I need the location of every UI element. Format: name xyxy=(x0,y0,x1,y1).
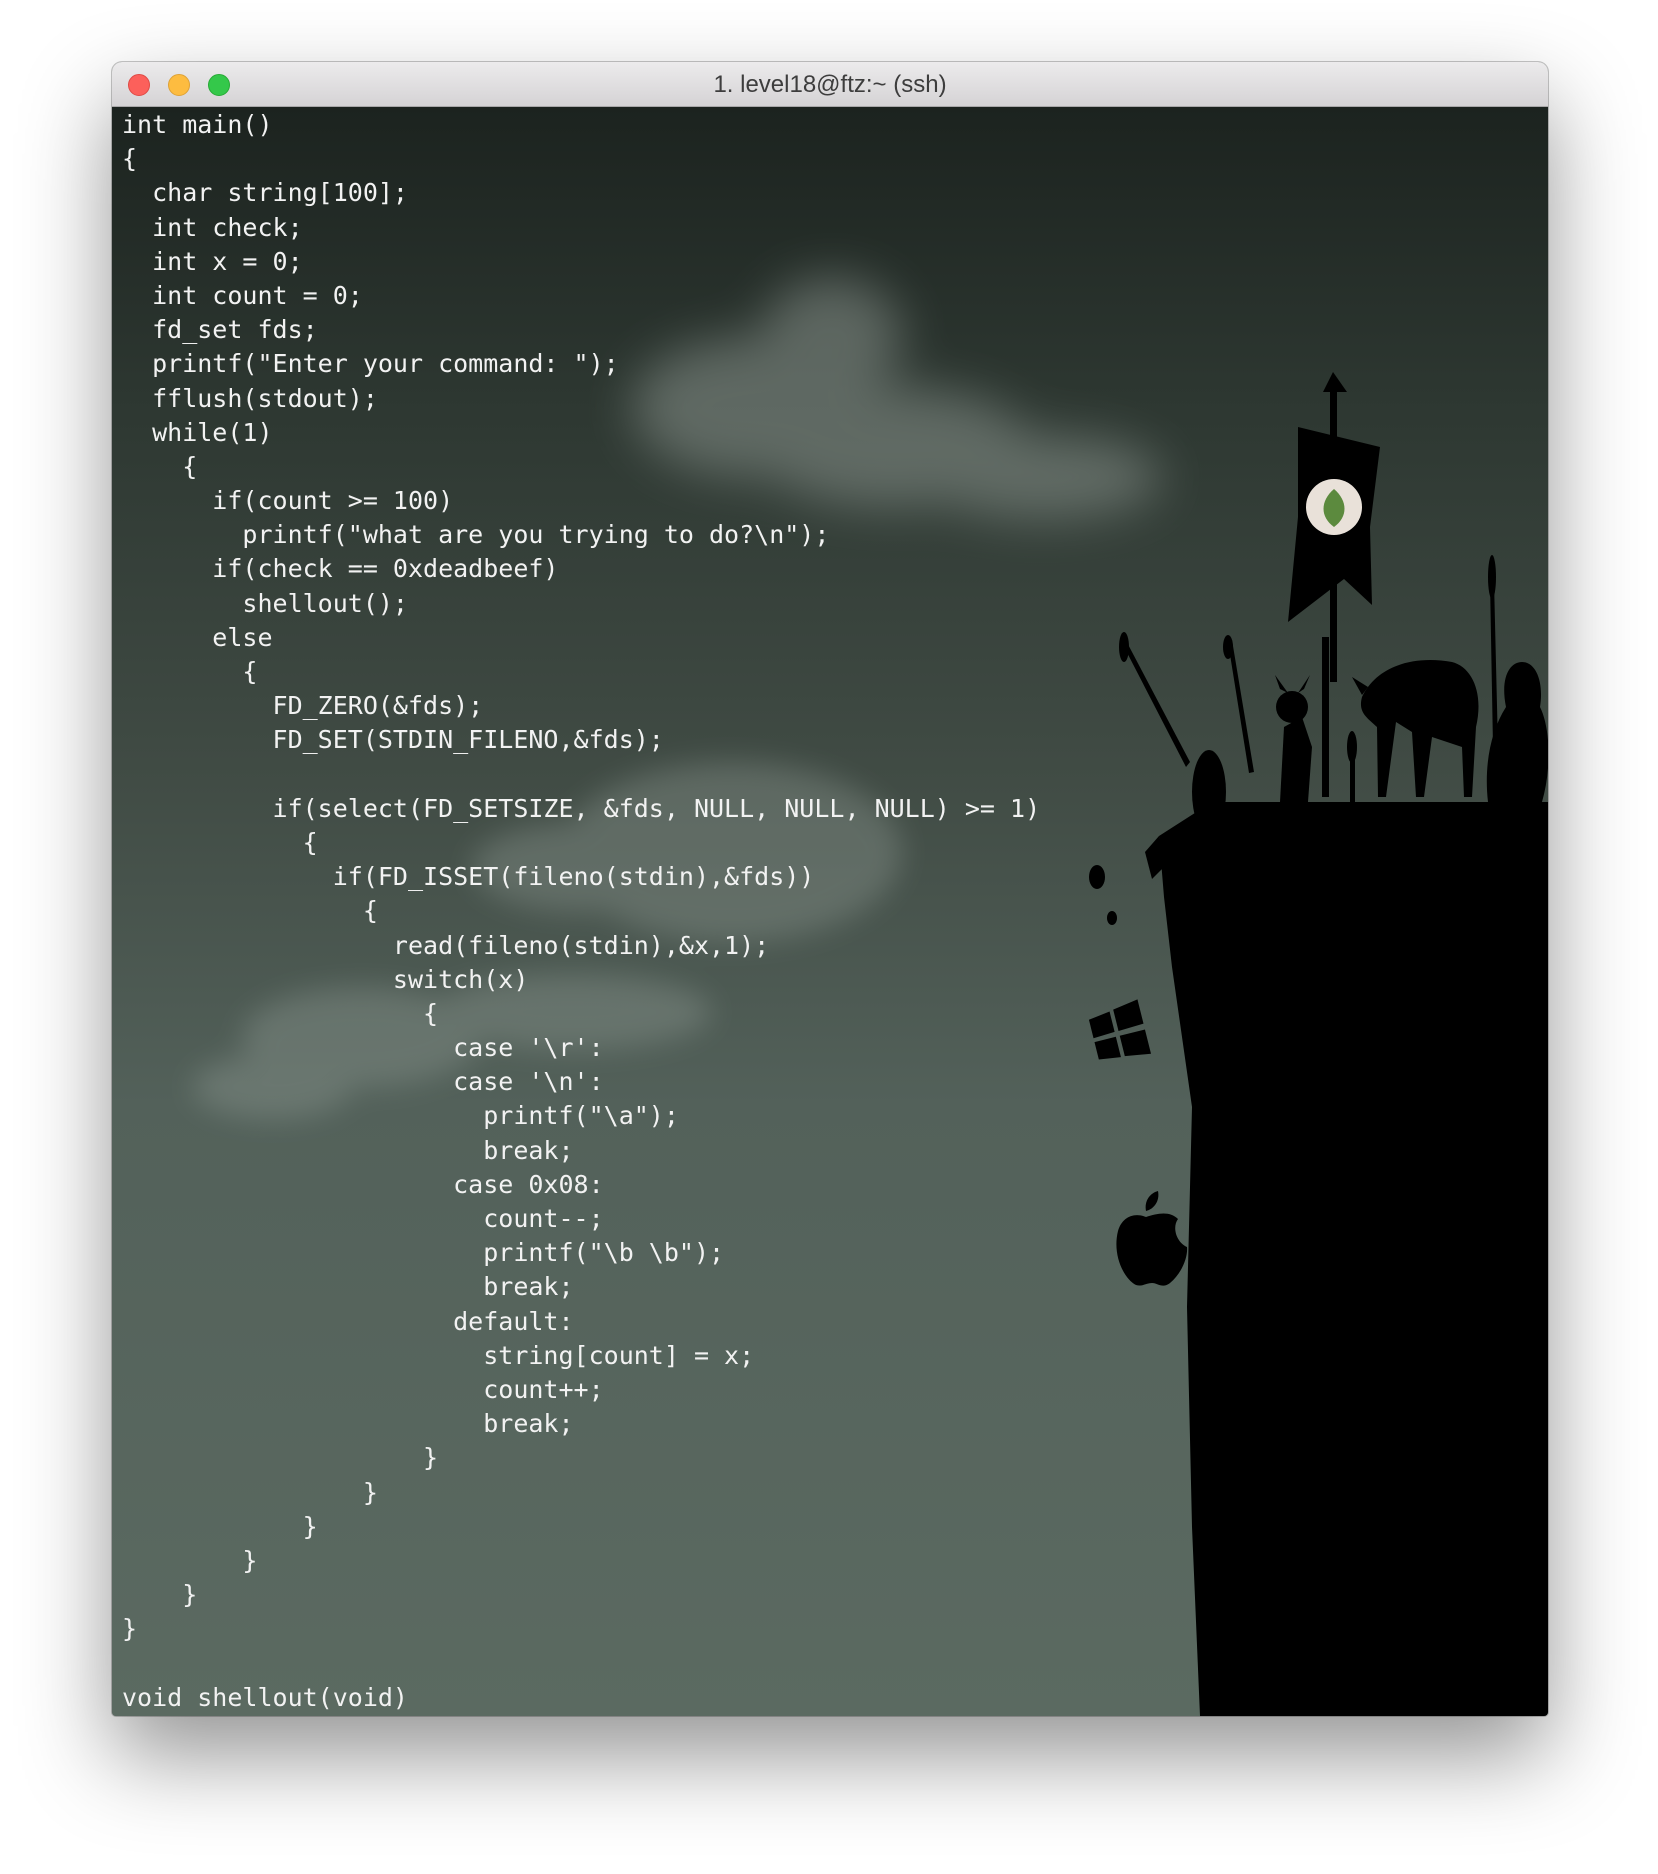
code-line: { xyxy=(122,657,258,686)
terminal-window: 1. level18@ftz:~ (ssh) int main() {char… xyxy=(112,62,1548,1716)
code-line: printf("Enter your command: "); xyxy=(122,349,619,379)
windows-logo-icon xyxy=(1088,999,1152,1060)
title-bar[interactable]: 1. level18@ftz:~ (ssh) xyxy=(112,62,1548,107)
code-line: break; xyxy=(122,1272,574,1302)
code-line: count--; xyxy=(122,1204,604,1233)
code-line: { xyxy=(122,827,318,857)
code-line: shellout(); xyxy=(122,588,408,618)
code-line: void shellout(void) xyxy=(122,1682,408,1712)
code-line: { xyxy=(122,998,439,1028)
code-line: } xyxy=(122,1580,198,1610)
code-line: { xyxy=(122,896,378,926)
code-line: break; xyxy=(122,1135,574,1165)
window-title: 1. level18@ftz:~ (ssh) xyxy=(713,71,947,98)
code-line: if(count >= 100) xyxy=(122,486,454,516)
code-line: if(select(FD_SETSIZE, &fds, NULL, NULL, … xyxy=(122,793,1041,823)
code-line: int x = 0; xyxy=(122,246,303,276)
code-line: printf("what are you trying to do?\n"); xyxy=(122,520,830,550)
code-line: read(fileno(stdin),&x,1); xyxy=(122,930,770,960)
code-line: } xyxy=(122,1443,439,1473)
spear-icon xyxy=(1347,731,1357,802)
terminal-output[interactable]: int main() { char string[100]; int check;… xyxy=(122,108,1040,1715)
leaf-icon xyxy=(1306,479,1362,535)
code-line: int count = 0; xyxy=(122,280,363,310)
code-line: int main() xyxy=(122,110,273,139)
code-line: if(FD_ISSET(fileno(stdin),&fds)) xyxy=(122,862,815,892)
code-line: default: xyxy=(122,1306,574,1336)
code-line: switch(x) xyxy=(122,964,529,994)
bull-icon xyxy=(1352,660,1479,797)
code-line: } xyxy=(122,1614,138,1644)
code-line: printf("\a"); xyxy=(122,1101,679,1131)
code-line: FD_ZERO(&fds); xyxy=(122,691,484,721)
code-line: int check; xyxy=(122,212,303,242)
code-line: } xyxy=(122,1545,258,1575)
code-line: case 0x08: xyxy=(122,1169,604,1199)
code-line: case '\n': xyxy=(122,1067,604,1097)
code-line: printf("\b \b"); xyxy=(122,1238,725,1268)
code-line: else xyxy=(122,622,273,652)
code-line: FD_SET(STDIN_FILENO,&fds); xyxy=(122,725,664,755)
code-line: case '\r': xyxy=(122,1033,604,1063)
code-line: } xyxy=(122,1511,318,1541)
code-line: while(1) xyxy=(122,417,273,447)
code-line: { xyxy=(122,451,198,481)
code-line: string[count] = x; xyxy=(122,1340,755,1370)
code-line: char string[100]; xyxy=(122,178,408,208)
code-line: { xyxy=(122,144,138,174)
code-line: count++; xyxy=(122,1374,604,1404)
tux-penguin-icon xyxy=(1486,555,1548,802)
code-line: } xyxy=(122,1477,378,1507)
terminal-content[interactable]: int main() { char string[100]; int check;… xyxy=(112,107,1548,1716)
code-line: break; xyxy=(122,1409,574,1439)
apple-logo-icon xyxy=(1116,1191,1188,1286)
code-line: if(check == 0xdeadbeef) xyxy=(122,554,559,584)
code-line: fflush(stdout); xyxy=(122,383,378,413)
code-line: fd_set fds; xyxy=(122,315,318,345)
